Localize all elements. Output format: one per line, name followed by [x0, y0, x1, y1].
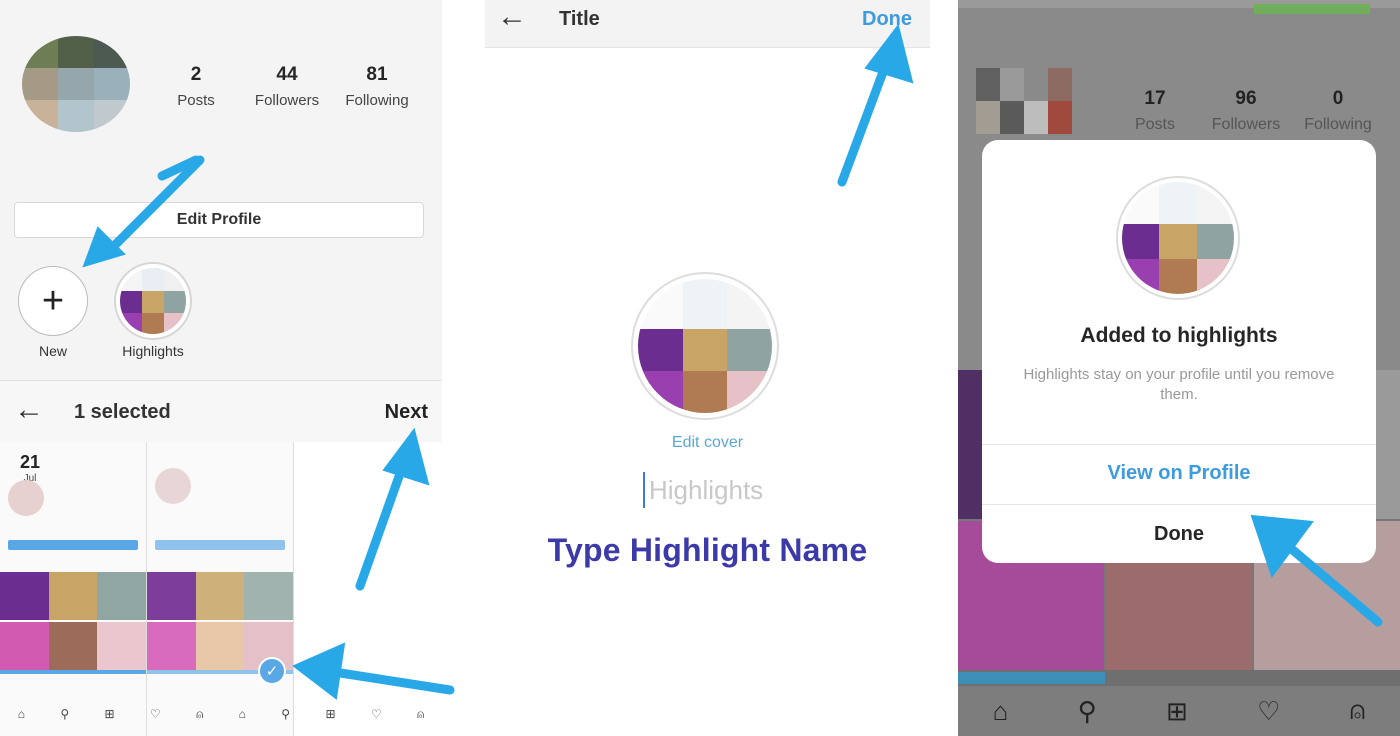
- stat-posts-count: 17: [1144, 88, 1166, 109]
- add-icon: ⊞: [325, 707, 336, 721]
- panel-added-to-highlights: 17 Posts 96 Followers 0 Following ⌂ ⚲ ⊞ …: [958, 0, 1400, 736]
- profile-avatar[interactable]: [22, 36, 130, 132]
- stat-followers-label: Followers: [254, 92, 320, 109]
- mini-button: [155, 540, 285, 550]
- highlight-label: Highlights: [122, 343, 184, 359]
- dialog-divider: [982, 504, 1376, 505]
- story-archive-grid: 21 Jul ⌂ ⚲ ⊞ ♡ ⍝ ⌂ ⚲ ⊞ ♡ ⍝: [0, 442, 442, 736]
- stat-posts[interactable]: 17 Posts: [1126, 88, 1184, 134]
- next-button[interactable]: Next: [385, 401, 428, 424]
- search-icon[interactable]: ⚲: [1078, 696, 1097, 727]
- stat-following-count: 0: [1332, 88, 1344, 109]
- stat-following-label: Following: [1304, 116, 1372, 133]
- panel-title-highlight: ← Title Done Edit cover Highlights Type …: [485, 0, 930, 736]
- panel-profile-select: 2 Posts 44 Followers 81 Following Edit P…: [0, 0, 442, 736]
- home-icon[interactable]: ⌂: [993, 696, 1009, 727]
- dialog-message: Highlights stay on your profile until yo…: [1023, 366, 1335, 403]
- stat-posts-label: Posts: [1134, 116, 1175, 133]
- header-title: Title: [559, 8, 600, 30]
- search-icon: ⚲: [281, 707, 291, 721]
- added-to-highlights-dialog: Added to highlights Highlights stay on y…: [982, 140, 1376, 563]
- bottom-navbar: ⌂ ⚲ ⊞ ♡ ⍝: [958, 686, 1400, 736]
- highlight-cover: [1116, 176, 1240, 300]
- heart-icon: ♡: [370, 707, 382, 721]
- home-icon: ⌂: [17, 707, 25, 721]
- selected-count: 1 selected: [74, 401, 171, 423]
- profile-icon: ⍝: [417, 707, 425, 721]
- stat-posts-count: 2: [190, 64, 202, 85]
- heart-icon: ♡: [149, 707, 161, 721]
- instruction-caption: Type Highlight Name: [547, 532, 868, 568]
- mini-navbar: ⌂ ⚲ ⊞ ♡ ⍝ ⌂ ⚲ ⊞ ♡ ⍝: [0, 707, 442, 722]
- heart-icon[interactable]: ♡: [1257, 696, 1280, 727]
- top-bar-block: [1254, 4, 1370, 14]
- view-on-profile-button[interactable]: View on Profile: [982, 462, 1376, 485]
- new-highlight-button[interactable]: +: [18, 266, 88, 336]
- profile-avatar[interactable]: [976, 68, 1072, 134]
- progress-strip: [0, 670, 146, 674]
- stat-followers-count: 96: [1235, 88, 1257, 109]
- story-thumbnail[interactable]: [147, 442, 294, 736]
- search-icon: ⚲: [60, 707, 70, 721]
- selection-bar: ← 1 selected Next: [0, 380, 442, 442]
- stat-following[interactable]: 0 Following: [1298, 88, 1378, 134]
- stat-posts[interactable]: 2 Posts: [170, 64, 222, 109]
- stat-followers-label: Followers: [1211, 116, 1281, 133]
- edit-profile-button[interactable]: Edit Profile: [14, 202, 424, 238]
- selected-check-icon[interactable]: ✓: [258, 657, 286, 685]
- stat-followers[interactable]: 96 Followers: [1206, 88, 1286, 134]
- dialog-divider: [982, 444, 1376, 445]
- highlight-cover[interactable]: [631, 272, 779, 420]
- back-arrow-icon[interactable]: ←: [497, 2, 527, 32]
- story-thumbnail[interactable]: 21 Jul: [0, 442, 147, 736]
- stat-followers-count: 44: [276, 64, 298, 85]
- story-date-day: 21: [20, 452, 41, 472]
- stat-following-count: 81: [366, 64, 388, 85]
- tab-indicator: [958, 672, 1105, 684]
- stat-followers[interactable]: 44 Followers: [248, 64, 326, 109]
- plus-icon: +: [41, 279, 65, 322]
- mini-avatar: [8, 480, 44, 516]
- edit-cover-link[interactable]: Edit cover: [485, 434, 930, 452]
- stat-following-label: Following: [345, 92, 409, 109]
- back-arrow-icon[interactable]: ←: [14, 395, 44, 425]
- dialog-title: Added to highlights: [1080, 324, 1278, 347]
- stat-posts-label: Posts: [177, 92, 215, 109]
- profile-icon: ⍝: [196, 707, 204, 721]
- profile-icon[interactable]: ⍝: [1350, 695, 1366, 727]
- stat-following[interactable]: 81 Following: [338, 64, 416, 109]
- add-icon: ⊞: [104, 707, 115, 721]
- title-header: ← Title Done: [485, 0, 930, 48]
- done-button[interactable]: Done: [862, 8, 912, 31]
- new-highlight-label: New: [38, 343, 67, 359]
- home-icon: ⌂: [238, 707, 246, 721]
- highlight-name-input[interactable]: Highlights: [643, 472, 783, 508]
- mini-avatar: [155, 468, 191, 504]
- highlight-thumbnail[interactable]: [114, 262, 192, 340]
- dialog-done-button[interactable]: Done: [982, 523, 1376, 546]
- empty-thumbnail: [294, 442, 441, 736]
- add-icon[interactable]: ⊞: [1166, 696, 1188, 727]
- mini-button: [8, 540, 138, 550]
